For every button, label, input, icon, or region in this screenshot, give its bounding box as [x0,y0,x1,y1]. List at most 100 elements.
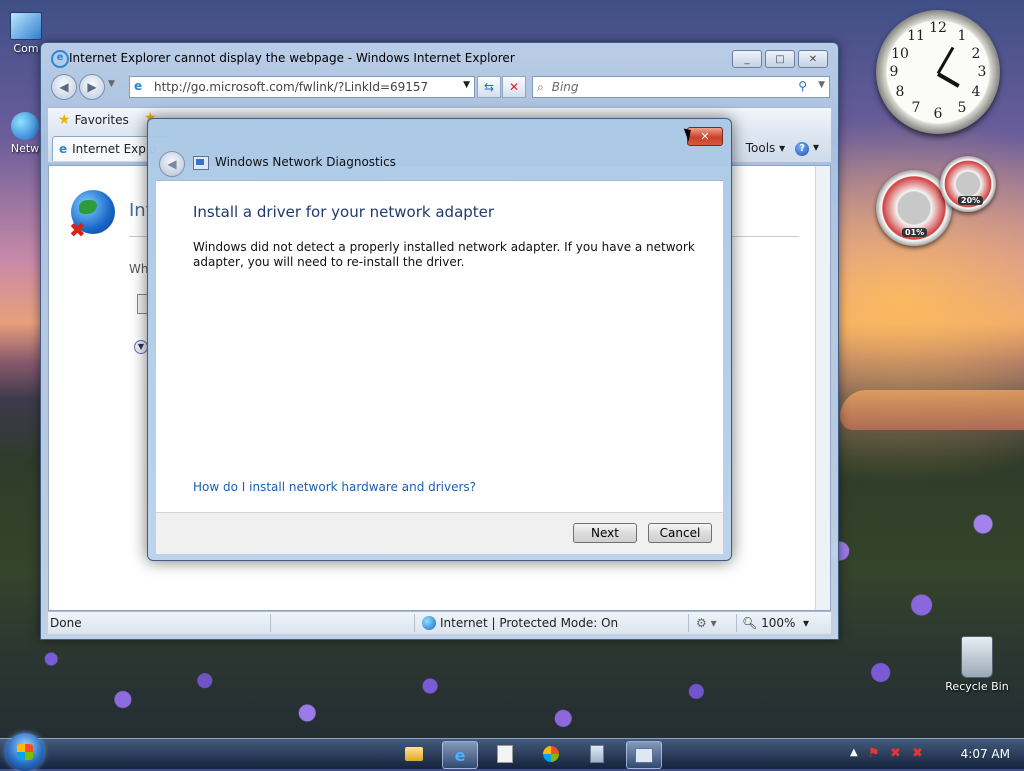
forward-button[interactable]: ▶ [79,74,105,100]
desktop-icon-label: Netw [10,142,40,155]
tab-label: Internet Explo [72,142,157,156]
address-bar[interactable]: e http://go.microsoft.com/fwlink/?LinkId… [129,76,475,98]
calculator-icon [590,745,604,763]
action-center-warning-icon[interactable]: ⚑ [868,746,880,761]
address-dropdown-icon[interactable]: ▼ [463,80,470,90]
clock-number: 5 [957,100,967,116]
window-title: Internet Explorer cannot display the web… [69,51,515,65]
back-arrow-icon: ◀ [167,157,177,171]
status-text: Done [50,616,82,630]
network-diagnostics-taskbar-icon [635,747,653,763]
next-button[interactable]: Next [573,523,637,543]
cancel-button[interactable]: Cancel [648,523,712,543]
search-icon[interactable]: ⚲ [798,79,807,93]
dialog-message: Windows did not detect a properly instal… [193,240,695,269]
address-url[interactable]: http://go.microsoft.com/fwlink/?LinkId=6… [154,80,428,94]
tab-ie-icon: e [59,142,68,156]
clock-number: 7 [911,100,921,116]
network-disconnected-icon[interactable]: ✖ [890,746,901,761]
tools-menu[interactable]: Tools ▾ [746,141,785,155]
folder-icon [405,747,423,761]
desktop-icon-network[interactable]: Netw [8,112,42,155]
stop-icon: ✕ [508,80,520,94]
taskbar-media[interactable] [488,741,522,767]
internet-zone-icon [422,616,436,630]
clock-number: 1 [957,28,967,44]
network-diagnostics-icon [193,156,209,170]
forward-arrow-icon: ▶ [87,80,97,94]
security-zone-text: Internet | Protected Mode: On [440,616,619,630]
more-info-expand-icon[interactable]: ▼ [134,340,148,354]
help-menu[interactable]: ? ▾ [795,140,819,156]
tools-label: Tools [745,140,776,155]
command-bar: Tools ▾ ? ▾ [746,140,819,156]
desktop-icon-recycle-bin[interactable]: Recycle Bin [940,636,1014,693]
search-box[interactable]: ⌕ Bing ⚲ ▼ [532,76,830,98]
refresh-button[interactable]: ⇆ [477,76,501,98]
status-bar: Done Internet | Protected Mode: On ⚙ ▾ 🔍… [48,611,831,634]
ie-taskbar-icon: e [454,745,466,765]
maximize-button[interactable]: □ [765,50,795,68]
volume-muted-icon[interactable]: ✖ [912,746,923,761]
desktop-icon-label: Recycle Bin [945,680,1009,693]
system-tray: ▲ ⚑ ✖ ✖ 4:07 AM [844,739,1024,769]
history-dropdown-icon[interactable]: ▼ [108,79,115,89]
clock-number: 8 [895,84,905,100]
network-error-globe-icon: ✖ [69,190,115,242]
clock-number: 3 [977,64,987,80]
favorites-label: Favorites [74,113,129,127]
help-icon: ? [795,141,810,156]
clock-minute-hand [936,46,955,75]
taskbar-explorer[interactable] [397,741,431,767]
taskbar-internet-explorer[interactable]: e [442,741,478,769]
taskbar-media-player[interactable] [534,741,568,767]
dialog-back-button[interactable]: ◀ [159,151,185,177]
zoom-icon: 🔍︎ [742,616,758,630]
favorites-button[interactable]: ★ Favorites [58,112,129,128]
clock-number: 11 [907,28,925,44]
ie-logo-icon: e [51,50,69,68]
dialog-title: Windows Network Diagnostics [215,155,396,169]
memory-percent: 20% [958,196,984,205]
popup-blocker-icon[interactable]: ⚙ ▾ [696,616,717,630]
search-dropdown-icon[interactable]: ▼ [818,80,825,90]
close-icon: ✕ [700,130,710,143]
status-separator [736,614,737,632]
stop-button[interactable]: ✕ [502,76,526,98]
clock-gadget[interactable]: 12 1 2 3 4 5 6 7 8 9 10 11 [876,10,1000,134]
clock-hour-hand [937,72,960,88]
media-player-icon [543,746,559,762]
vertical-scrollbar[interactable] [815,166,830,610]
help-link[interactable]: How do I install network hardware and dr… [193,480,476,494]
recycle-bin-icon [961,636,993,678]
taskbar-calculator[interactable] [580,741,614,767]
cpu-percent: 01% [902,228,928,237]
minimize-button[interactable]: _ [732,50,762,68]
status-separator [688,614,689,632]
dialog-body: Install a driver for your network adapte… [156,180,723,512]
taskbar-network-diagnostics[interactable] [626,741,662,769]
back-button[interactable]: ◀ [51,74,77,100]
start-button[interactable] [6,733,44,771]
network-diagnostics-dialog[interactable]: ✕ ◀ Windows Network Diagnostics Install … [147,118,732,561]
search-input[interactable]: Bing [552,80,579,94]
memory-meter-gadget[interactable]: 20% [940,156,996,212]
zoom-control[interactable]: 🔍︎ 100% ▾ [742,616,809,630]
taskbar-clock[interactable]: 4:07 AM [961,747,1010,761]
media-icon [497,745,513,763]
page-ie-icon: e [134,79,143,93]
dialog-heading: Install a driver for your network adapte… [193,203,495,221]
computer-icon [10,12,42,40]
taskbar: e ▲ ⚑ ✖ ✖ 4:07 AM [0,733,1024,771]
bing-logo-icon: ⌕ [537,79,544,94]
sunset-lake [840,390,1024,430]
status-separator [270,614,271,632]
refresh-icon: ⇆ [483,80,495,94]
dialog-footer: Next Cancel [156,512,723,554]
show-hidden-icons[interactable]: ▲ [850,747,858,758]
back-arrow-icon: ◀ [59,80,69,94]
clock-number: 4 [971,84,981,100]
clock-number: 10 [891,46,909,62]
desktop-icon-label: Com [13,42,39,55]
close-window-button[interactable]: ✕ [798,50,828,68]
